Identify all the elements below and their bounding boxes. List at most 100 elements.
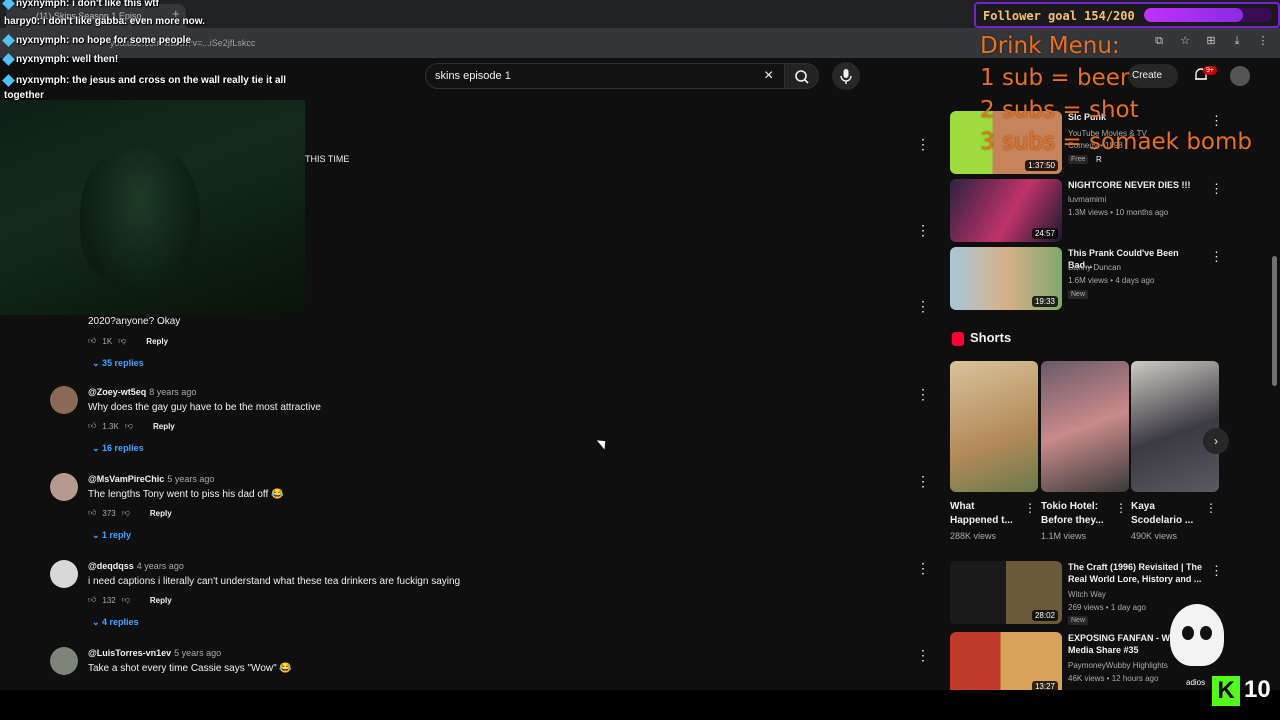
thumbs-down-icon[interactable]: 👎︎ xyxy=(118,336,126,346)
adios-label: adios xyxy=(1186,678,1206,687)
short-thumbnail[interactable] xyxy=(950,361,1038,492)
view-replies-button[interactable]: ⌄ 4 replies xyxy=(92,617,139,628)
brand-number: 10 xyxy=(1244,676,1271,703)
comment-actions: 👍︎ 1K 👎︎ Reply xyxy=(88,336,168,346)
commenter-handle[interactable]: @MsVamPireChic 5 years ago xyxy=(88,474,214,484)
thumbs-down-icon[interactable]: 👎︎ xyxy=(125,421,133,431)
short-menu-icon[interactable]: ⋮ xyxy=(1115,501,1127,515)
short-menu-icon[interactable]: ⋮ xyxy=(1205,501,1217,515)
chat-line: nyxnymph: the jesus and cross on the wal… xyxy=(2,73,287,101)
comment: @MsVamPireChic 5 years ago The lengths To… xyxy=(50,473,930,553)
comment-menu-icon[interactable]: ⋮ xyxy=(916,222,930,239)
shorts-icon xyxy=(952,332,964,346)
video-menu-icon[interactable]: ⋮ xyxy=(1210,249,1223,265)
thumbs-down-icon[interactable]: 👎︎ xyxy=(122,595,130,605)
channel-name[interactable]: PaymoneyWubby Highlights xyxy=(1068,661,1168,670)
diamond-icon xyxy=(2,52,15,66)
reply-button[interactable]: Reply xyxy=(146,337,168,346)
comment-text: Why does the gay guy have to be the most… xyxy=(88,402,321,413)
comment-menu-icon[interactable]: ⋮ xyxy=(916,386,930,403)
chat-line: nyxnymph: i don't like this wtf xyxy=(2,0,159,10)
kick-logo-icon: K xyxy=(1212,676,1240,706)
comment-menu-icon[interactable]: ⋮ xyxy=(916,136,930,153)
follower-goal-widget: Follower goal 154/200 xyxy=(974,2,1280,28)
commenter-handle[interactable]: @Zoey-wt5eq 8 years ago xyxy=(88,387,196,397)
video-thumbnail[interactable]: 19:33 xyxy=(950,247,1062,310)
video-meta: 1.6M views • 4 days ago xyxy=(1068,276,1155,285)
view-replies-button[interactable]: ⌄ 1 reply xyxy=(92,530,131,541)
short-title[interactable]: What Happened t... xyxy=(950,500,1022,528)
comment-text: Take a shot every time Cassie says "Wow"… xyxy=(88,663,292,674)
scrollbar[interactable] xyxy=(1272,256,1277,386)
comment: @deqdqss 4 years ago i need captions i li… xyxy=(50,560,930,640)
short-thumbnail[interactable] xyxy=(1041,361,1129,492)
commenter-avatar[interactable] xyxy=(50,560,78,588)
reply-button[interactable]: Reply xyxy=(150,596,172,605)
streamer-silhouette xyxy=(80,140,200,290)
search-input[interactable]: skins episode 1 × xyxy=(425,63,785,89)
comment-menu-icon[interactable]: ⋮ xyxy=(916,298,930,315)
commenter-avatar[interactable] xyxy=(50,647,78,675)
video-thumbnail[interactable]: 24:57 xyxy=(950,179,1062,242)
microphone-icon xyxy=(840,69,852,84)
channel-name[interactable]: Witch Way xyxy=(1068,590,1106,599)
short-card[interactable]: Kaya Scodelario ... ⋮ 490K views xyxy=(1131,361,1219,541)
chat-line: nyxnymph: well then! xyxy=(2,52,118,66)
comment-actions: 👍︎ 132 👎︎ Reply xyxy=(88,595,172,605)
short-menu-icon[interactable]: ⋮ xyxy=(1024,501,1036,515)
like-count: 373 xyxy=(102,508,116,518)
short-views: 490K views xyxy=(1131,531,1178,541)
video-thumbnail[interactable]: 13:27 xyxy=(950,632,1062,695)
reply-button[interactable]: Reply xyxy=(153,422,175,431)
channel-name[interactable]: luvmamimi xyxy=(1068,195,1106,204)
commenter-handle[interactable]: @deqdqss 4 years ago xyxy=(88,561,184,571)
video-title[interactable]: The Craft (1996) Revisited | The Real Wo… xyxy=(1068,561,1204,585)
search-button[interactable] xyxy=(785,63,819,89)
short-title[interactable]: Tokio Hotel: Before they... xyxy=(1041,500,1113,528)
reply-button[interactable]: Reply xyxy=(150,509,172,518)
video-meta: 1.3M views • 10 months ago xyxy=(1068,208,1169,217)
follower-goal-label: Follower goal 154/200 xyxy=(983,9,1135,23)
shorts-heading: Shorts xyxy=(970,330,1012,345)
webcam-overlay xyxy=(0,100,305,315)
video-title[interactable]: NIGHTCORE NEVER DIES !!! xyxy=(1068,179,1204,191)
related-video[interactable]: 24:57 NIGHTCORE NEVER DIES !!! luvmamimi… xyxy=(950,179,1223,243)
short-thumbnail[interactable] xyxy=(1131,361,1219,492)
comment-text: The lengths Tony went to piss his dad of… xyxy=(88,489,284,500)
comment-menu-icon[interactable]: ⋮ xyxy=(916,560,930,577)
commenter-handle[interactable]: @LuisTorres-vn1ev 5 years ago xyxy=(88,648,221,658)
comment-menu-icon[interactable]: ⋮ xyxy=(916,647,930,664)
commenter-avatar[interactable] xyxy=(50,473,78,501)
short-card[interactable]: Tokio Hotel: Before they... ⋮ 1.1M views xyxy=(1041,361,1129,541)
thumbs-up-icon[interactable]: 👍︎ xyxy=(88,336,96,346)
voice-search-button[interactable] xyxy=(832,62,860,90)
thumbs-up-icon[interactable]: 👍︎ xyxy=(88,421,96,431)
follower-goal-fill xyxy=(1144,8,1243,22)
comment-fragment: THIS TIME xyxy=(305,154,350,164)
thumbs-down-icon[interactable]: 👎︎ xyxy=(122,508,130,518)
channel-name[interactable]: Danny Duncan xyxy=(1068,263,1121,272)
comment-menu-icon[interactable]: ⋮ xyxy=(916,473,930,490)
short-title[interactable]: Kaya Scodelario ... xyxy=(1131,500,1203,528)
video-menu-icon[interactable]: ⋮ xyxy=(1210,181,1223,197)
thumbs-up-icon[interactable]: 👍︎ xyxy=(88,508,96,518)
video-thumbnail[interactable]: 28:02 xyxy=(950,561,1062,624)
video-duration: 24:57 xyxy=(1031,228,1058,239)
comment: @Zoey-wt5eq 8 years ago Why does the gay … xyxy=(50,386,930,466)
view-replies-button[interactable]: ⌄ 35 replies xyxy=(92,358,144,369)
related-video[interactable]: 19:33 This Prank Could've Been Bad... Da… xyxy=(950,247,1223,311)
close-icon[interactable]: × xyxy=(764,67,773,85)
bottom-bar xyxy=(0,690,1280,720)
thumbs-up-icon[interactable]: 👍︎ xyxy=(88,595,96,605)
video-menu-icon[interactable]: ⋮ xyxy=(1210,563,1223,579)
menu-icon[interactable]: ⋮ xyxy=(1256,34,1270,48)
drink-menu-line: 3 subs = somaek bomb xyxy=(980,129,1252,155)
comment-actions: 👍︎ 373 👎︎ Reply xyxy=(88,508,172,518)
search-icon xyxy=(795,70,809,84)
view-replies-button[interactable]: ⌄ 16 replies xyxy=(92,443,144,454)
commenter-avatar[interactable] xyxy=(50,386,78,414)
short-card[interactable]: What Happened t... ⋮ 288K views xyxy=(950,361,1038,541)
drink-menu-overlay: Drink Menu: 1 sub = beer 2 subs = shot 3… xyxy=(980,30,1252,158)
chevron-right-icon[interactable]: › xyxy=(1203,428,1229,454)
new-badge: New xyxy=(1068,616,1089,625)
